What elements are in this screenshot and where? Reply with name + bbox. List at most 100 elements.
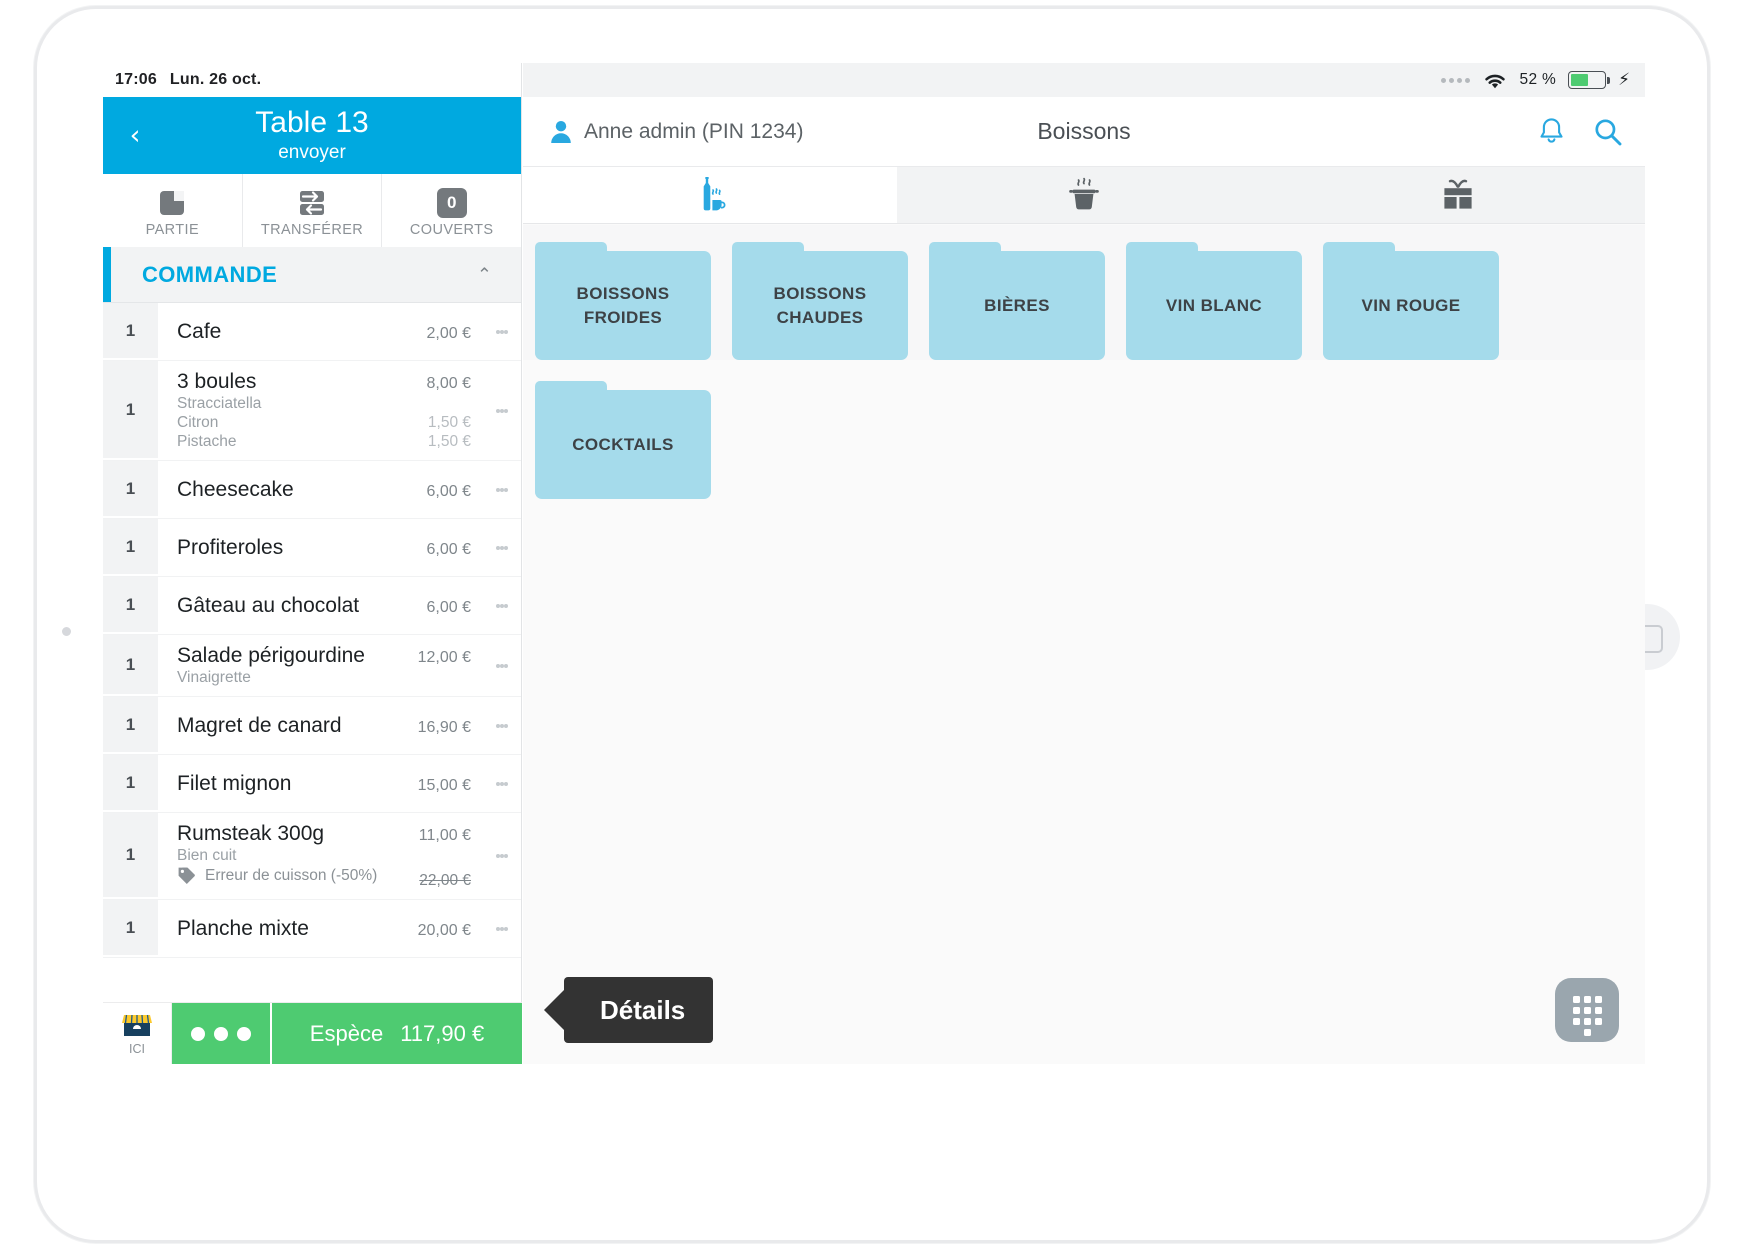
split-check-icon (156, 187, 188, 219)
order-row-name: Filet mignon (177, 771, 292, 795)
discount-old-price: 22,00 € (419, 872, 471, 889)
current-user-chip[interactable]: Anne admin (PIN 1234) (549, 119, 803, 144)
folder-area: BOISSONS FROIDES BOISSONS CHAUDES BIÈRES VI… (523, 225, 1645, 1064)
order-row[interactable]: 1 Planche mixte 20,00 € (103, 900, 521, 958)
covers-badge: 0 (436, 188, 467, 218)
covers-count-icon: 0 (436, 187, 468, 219)
send-order-label[interactable]: envoyer (278, 140, 346, 165)
dine-in-location-button[interactable]: ICI (103, 1003, 172, 1064)
order-row-menu-button[interactable] (483, 519, 521, 576)
order-row[interactable]: 1 Gâteau au chocolat 6,00 € (103, 577, 521, 635)
order-row-price: 6,00 € (426, 482, 471, 500)
tab-gifts[interactable] (1271, 167, 1645, 223)
order-row-option: Citron 1,50 € (177, 414, 483, 432)
order-panel: 17:06 Lun. 26 oct. ‹ Table 13 envoyer PA… (103, 63, 522, 1064)
folder-body: COCKTAILS (535, 390, 711, 499)
battery-fill (1571, 74, 1588, 86)
order-row-qty: 1 (103, 813, 158, 899)
order-row-menu-button[interactable] (483, 461, 521, 518)
order-total: 117,90 € (400, 1020, 485, 1046)
order-row-menu-button[interactable] (483, 303, 521, 360)
order-row[interactable]: 1 Cafe 2,00 € (103, 303, 521, 361)
order-row-price: 16,90 € (417, 718, 471, 736)
order-row[interactable]: 1 Profiteroles 6,00 € (103, 519, 521, 577)
dot-1 (191, 1026, 205, 1041)
order-row-qty: 1 (103, 755, 158, 812)
dine-in-label: ICI (129, 1041, 145, 1056)
order-row-price: 12,00 € (417, 649, 471, 666)
order-row-menu-button[interactable] (483, 755, 521, 812)
action-couverts-label: COUVERTS (409, 222, 494, 238)
order-row-menu-button[interactable] (483, 577, 521, 634)
action-transferer[interactable]: TRANSFÉRER (242, 174, 382, 247)
folder-label: COCKTAILS (572, 434, 674, 454)
folder-label: BOISSONS FROIDES (576, 283, 670, 327)
order-row-name: 3 boules (177, 370, 257, 393)
discount-tag-icon (178, 867, 195, 884)
action-partie[interactable]: PARTIE (103, 174, 242, 247)
status-bar-right: 52 % ⚡ (523, 63, 1645, 97)
order-row-qty: 1 (103, 577, 158, 634)
order-row-name: Cheesecake (177, 477, 294, 501)
order-row-body: Magret de canard 16,90 € (158, 697, 483, 754)
action-couverts[interactable]: 0 COUVERTS (382, 174, 522, 247)
cash-payment-button[interactable]: Espèce 117,90 € (272, 1003, 522, 1064)
order-row[interactable]: 1 Cheesecake 6,00 € (103, 461, 521, 519)
order-section-header[interactable]: COMMANDE ⌃ (103, 247, 521, 303)
category-folder[interactable]: BOISSONS CHAUDES (732, 242, 908, 360)
order-row[interactable]: 1 Rumsteak 300g 11,00 € Bien cuit Erreur de … (103, 813, 521, 900)
order-row-qty: 1 (103, 361, 158, 460)
order-row-price: 20,00 € (417, 921, 471, 939)
order-row-price: 6,00 € (426, 540, 471, 558)
catalog-panel: 52 % ⚡ Anne admin (PIN 1234) Boissons BO… (523, 63, 1645, 1064)
order-row[interactable]: 1 Magret de canard 16,90 € (103, 697, 521, 755)
order-row-body: Filet mignon 15,00 € (158, 755, 483, 812)
order-row-price: 8,00 € (426, 375, 471, 392)
order-row-qty: 1 (103, 900, 158, 957)
order-row-name: Profiteroles (177, 535, 284, 559)
order-row-name: Planche mixte (177, 916, 309, 940)
order-row-main: 3 boules 8,00 € (177, 370, 483, 394)
category-folder[interactable]: VIN ROUGE (1323, 242, 1499, 360)
payment-method-label: Espèce (309, 1020, 384, 1046)
order-row-menu-button[interactable] (483, 813, 521, 899)
bell-icon[interactable] (1538, 117, 1565, 146)
tab-food[interactable] (897, 167, 1271, 223)
order-row-name: Rumsteak 300g (177, 822, 325, 845)
order-row-name: Magret de canard (177, 713, 342, 737)
order-row-menu-button[interactable] (483, 635, 521, 696)
order-row[interactable]: 1 3 boules 8,00 € Stracciatella Citron 1,50 €… (103, 361, 521, 461)
more-payment-options-button[interactable] (172, 1003, 272, 1064)
tab-drinks[interactable] (523, 167, 897, 223)
search-icon[interactable] (1593, 117, 1623, 147)
order-row-body: Cafe 2,00 € (158, 303, 483, 360)
folder-body: BOISSONS CHAUDES (732, 251, 908, 360)
order-row[interactable]: 1 Salade périgourdine 12,00 € Vinaigrette (103, 635, 521, 697)
numpad-button[interactable] (1555, 978, 1619, 1042)
table-header: ‹ Table 13 envoyer (103, 97, 521, 174)
category-folder[interactable]: VIN BLANC (1126, 242, 1302, 360)
status-clock: 17:06 (115, 71, 157, 88)
front-camera (62, 627, 71, 636)
category-folder-grid: BOISSONS FROIDES BOISSONS CHAUDES BIÈRES VI… (523, 225, 1523, 499)
order-actions: PARTIE TRANSFÉRER 0 COUVERTS (103, 174, 522, 247)
order-item-list[interactable]: 1 Cafe 2,00 € 1 3 boules 8,00 € Stracciatella C… (103, 303, 521, 1002)
app-screen: 17:06 Lun. 26 oct. ‹ Table 13 envoyer PA… (103, 63, 1645, 1064)
numpad-icon (1572, 995, 1602, 1036)
order-row-qty: 1 (103, 303, 158, 360)
order-row-menu-button[interactable] (483, 697, 521, 754)
order-row-option: Stracciatella (177, 395, 483, 413)
order-row-discount: Erreur de cuisson (-50%) 22,00 € (177, 866, 483, 890)
order-row-main: Profiteroles 6,00 € (177, 536, 483, 560)
category-folder[interactable]: BIÈRES (929, 242, 1105, 360)
category-folder[interactable]: BOISSONS FROIDES (535, 242, 711, 360)
order-row-main: Cafe 2,00 € (177, 320, 483, 344)
order-row-menu-button[interactable] (483, 900, 521, 957)
order-row[interactable]: 1 Filet mignon 15,00 € (103, 755, 521, 813)
chevron-up-icon[interactable]: ⌃ (477, 264, 492, 285)
battery-percent-label: 52 % (1519, 71, 1557, 88)
back-button[interactable]: ‹ (123, 122, 147, 149)
order-row-menu-button[interactable] (483, 361, 521, 460)
order-row-name: Cafe (177, 319, 222, 343)
category-folder[interactable]: COCKTAILS (535, 381, 711, 499)
